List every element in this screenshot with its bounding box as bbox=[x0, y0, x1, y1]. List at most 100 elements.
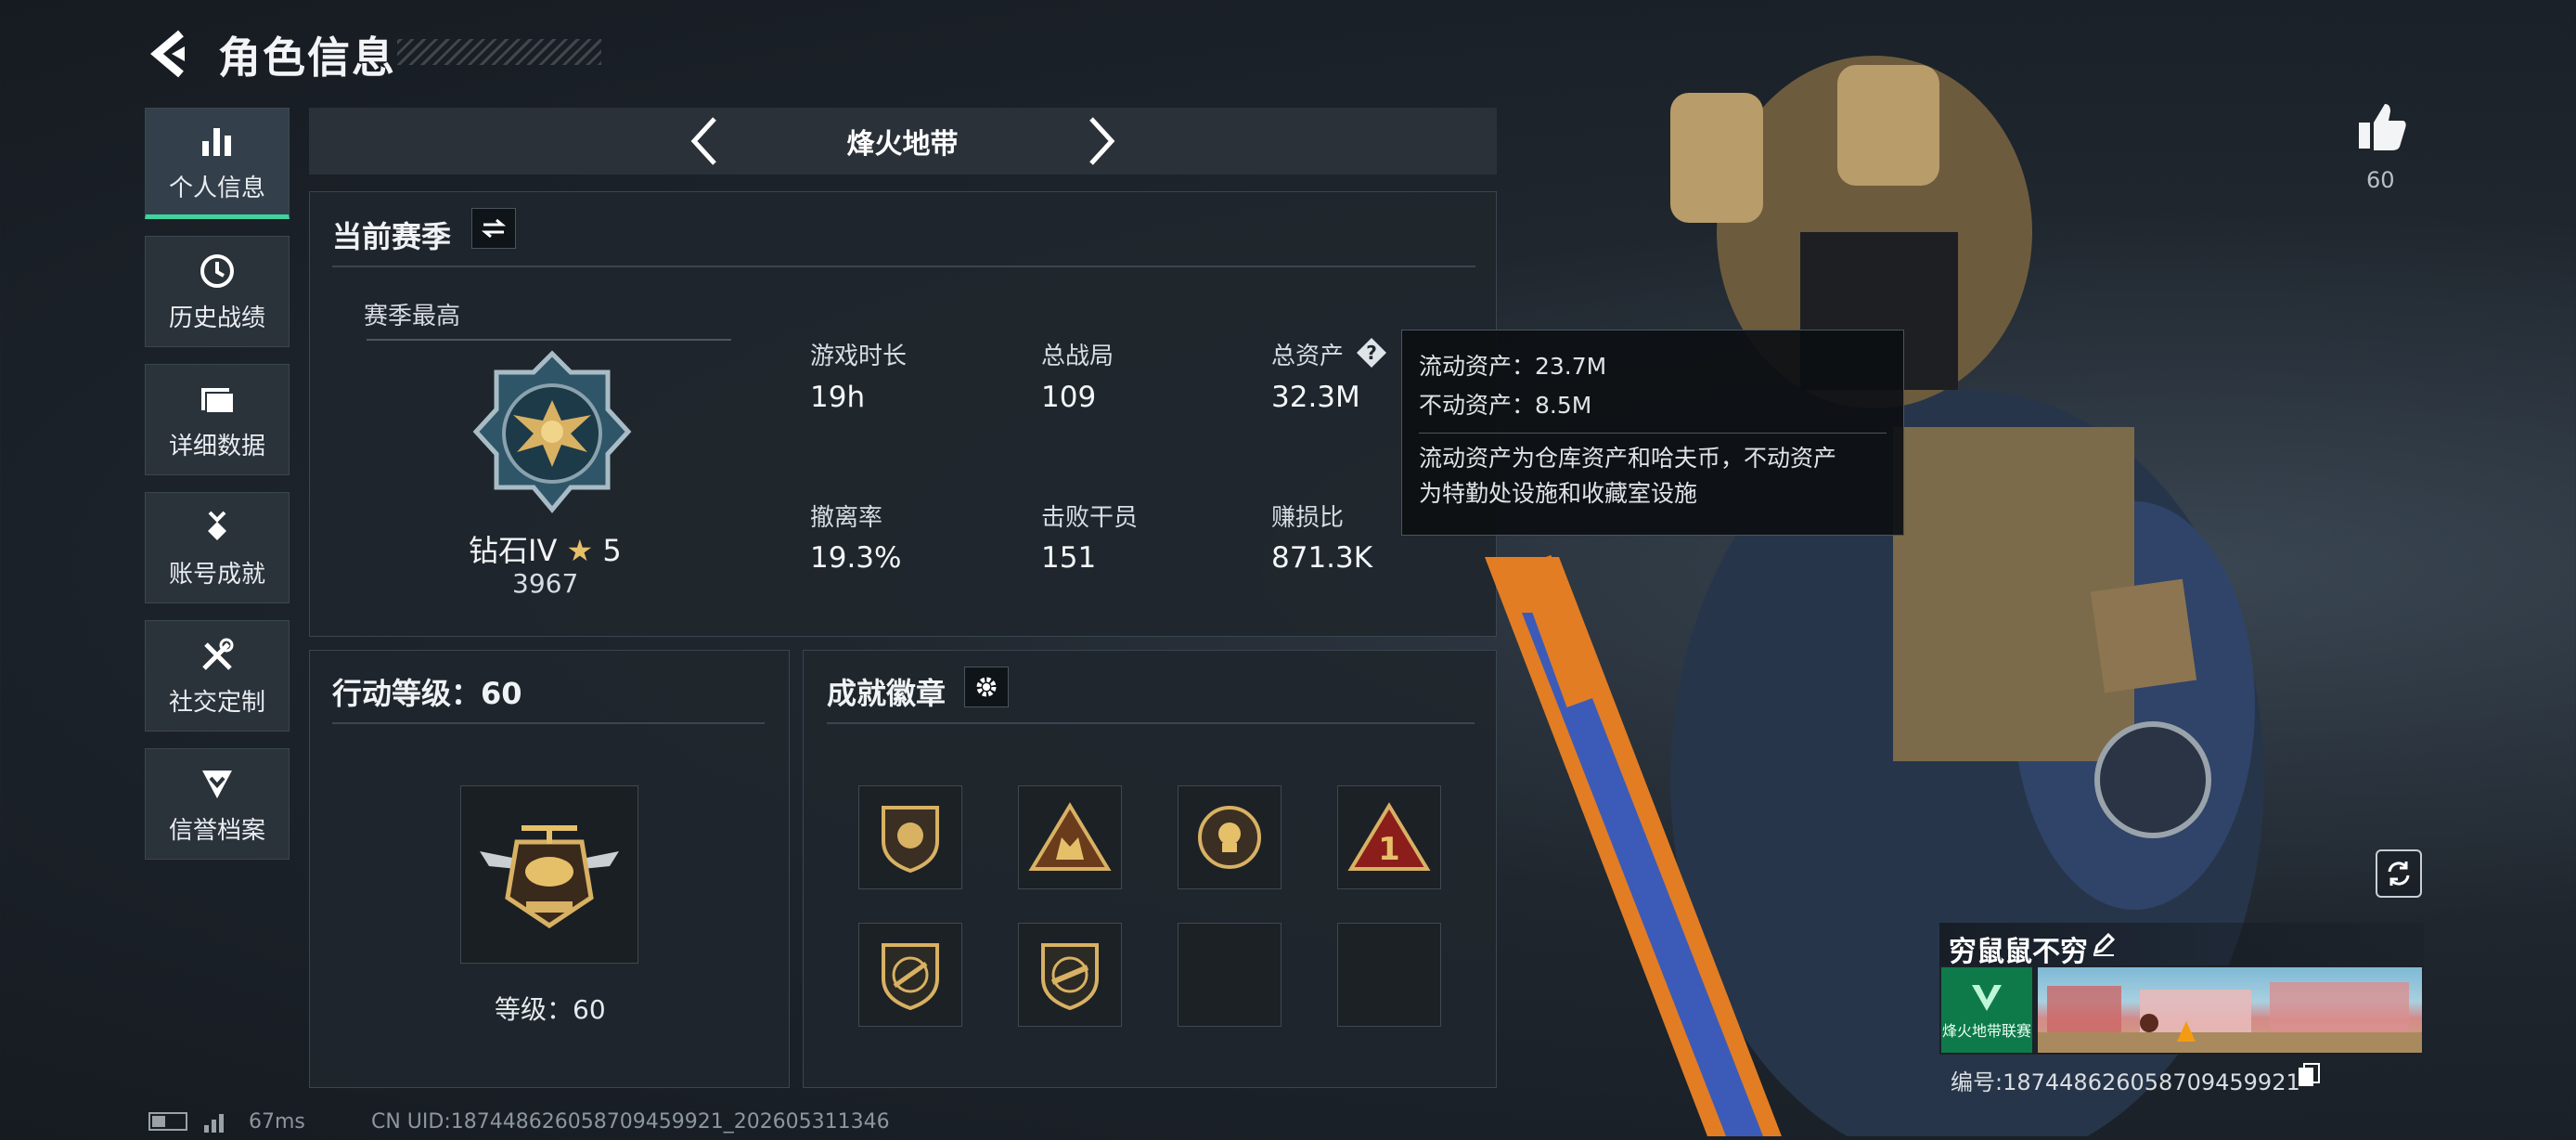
team-triangle-icon bbox=[1028, 802, 1112, 871]
nav-label: 历史战绩 bbox=[168, 304, 265, 332]
league-crest-icon bbox=[1972, 985, 2002, 1011]
mode-title: 烽火地带 bbox=[846, 128, 959, 161]
divider bbox=[332, 266, 1475, 267]
stat-value: 19.3% bbox=[810, 541, 902, 575]
divider bbox=[332, 722, 765, 724]
stat-value: 109 bbox=[1041, 381, 1097, 414]
pencil-icon bbox=[2093, 932, 2116, 956]
nav-label: 账号成就 bbox=[168, 560, 265, 589]
nav-item-social-custom[interactable]: 社交定制 bbox=[145, 620, 290, 732]
lion-shield-icon bbox=[882, 806, 939, 874]
number-one-triangle-icon: 1 bbox=[1347, 802, 1431, 871]
stat-label: 总资产 bbox=[1271, 343, 1345, 370]
divider bbox=[827, 722, 1475, 724]
thumbs-up-icon bbox=[2359, 104, 2406, 150]
street-scene-icon bbox=[2038, 982, 2422, 1053]
nav-item-history[interactable]: 历史战绩 bbox=[145, 236, 290, 347]
badge-slot-skull[interactable] bbox=[1178, 785, 1282, 889]
stat-label: 游戏时长 bbox=[810, 343, 908, 370]
player-name: 穷鼠鼠不穷 bbox=[1949, 936, 2088, 968]
title-decoration bbox=[397, 39, 601, 65]
chevron-left-icon bbox=[690, 117, 716, 165]
mode-prev-button[interactable] bbox=[679, 115, 731, 167]
back-arrow-icon bbox=[150, 30, 185, 78]
stat-label: 总战局 bbox=[1041, 343, 1114, 370]
back-button[interactable] bbox=[144, 26, 200, 82]
tooltip-desc-line1: 流动资产为仓库资产和哈夫币，不动资产 bbox=[1419, 445, 1837, 472]
action-level-text: 等级：60 bbox=[495, 994, 606, 1025]
nav-item-credit-record[interactable]: 信誉档案 bbox=[145, 748, 290, 860]
league-logo-text: 烽火地带联赛 bbox=[1941, 1022, 2031, 1040]
achievement-settings-button[interactable] bbox=[964, 667, 1009, 707]
bar-chart-icon bbox=[197, 121, 238, 162]
refresh-button[interactable] bbox=[2376, 849, 2422, 898]
chevron-right-icon bbox=[1089, 117, 1115, 165]
nav-item-personal-info[interactable]: 个人信息 bbox=[145, 108, 290, 219]
badge-slot-rifle[interactable] bbox=[1018, 923, 1122, 1027]
tooltip-liquid-assets: 流动资产：23.7M bbox=[1419, 353, 1607, 380]
action-level-emblem bbox=[460, 785, 638, 964]
nav-item-detailed-data[interactable]: 详细数据 bbox=[145, 364, 290, 475]
helicopter-emblem-icon bbox=[480, 825, 619, 929]
copy-uid-button[interactable] bbox=[2297, 1062, 2321, 1088]
stat-label: 击败干员 bbox=[1041, 504, 1139, 532]
page-title: 角色信息 bbox=[218, 32, 396, 83]
stat-value: 32.3M bbox=[1271, 381, 1360, 414]
copy-icon bbox=[2299, 1063, 2320, 1086]
medal-icon bbox=[197, 507, 238, 548]
like-count: 60 bbox=[2366, 167, 2395, 193]
like-button[interactable] bbox=[2355, 100, 2409, 154]
badge-slot-empty[interactable] bbox=[1337, 923, 1441, 1027]
nav-label: 详细数据 bbox=[168, 432, 265, 460]
refresh-icon bbox=[2388, 861, 2410, 886]
tooltip-divider bbox=[1419, 433, 1887, 434]
season-switch-button[interactable] bbox=[471, 208, 516, 249]
stat-value: 151 bbox=[1041, 541, 1097, 575]
battery-icon bbox=[148, 1112, 187, 1131]
clock-icon bbox=[197, 251, 238, 291]
tooltip-fixed-assets: 不动资产：8.5M bbox=[1419, 392, 1592, 419]
gear-icon bbox=[976, 677, 997, 697]
footer-uid: CN UID:1874486260587094599​21_2026053113… bbox=[371, 1110, 890, 1134]
season-title: 当前赛季 bbox=[332, 219, 452, 254]
svg-text:1: 1 bbox=[1378, 831, 1400, 868]
season-best-label: 赛季最高 bbox=[364, 303, 461, 330]
badge-slot-number-one[interactable]: 1 bbox=[1337, 785, 1441, 889]
player-uid: 编号:1874486260587094599​21 bbox=[1951, 1069, 2300, 1095]
nav-label: 信誉档案 bbox=[168, 816, 265, 845]
mode-next-button[interactable] bbox=[1075, 115, 1127, 167]
edit-name-button[interactable] bbox=[2090, 930, 2118, 958]
rank-emblem bbox=[469, 348, 636, 515]
asset-tooltip: 流动资产：23.7M 不动资产：8.5M 流动资产为仓库资产和哈夫币，不动资产 … bbox=[1401, 330, 1904, 536]
svg-text:?: ? bbox=[1366, 342, 1377, 364]
gun-shield-icon bbox=[882, 943, 939, 1011]
signal-icon bbox=[204, 1110, 230, 1133]
tooltip-desc-line2: 为特勤处设施和收藏室设施 bbox=[1419, 480, 1698, 507]
stat-label: 赚损比 bbox=[1271, 504, 1345, 532]
tools-icon bbox=[197, 635, 238, 676]
rank-name-row: 钻石IV ★ 5 bbox=[469, 527, 622, 570]
rank-stars: 5 bbox=[602, 533, 622, 568]
action-level-title: 行动等级：60 bbox=[332, 676, 522, 711]
stat-label: 撤离率 bbox=[810, 504, 883, 532]
stat-value: 871.3K bbox=[1271, 541, 1373, 575]
nav-label: 社交定制 bbox=[168, 688, 265, 717]
star-icon: ★ bbox=[566, 533, 594, 568]
nav-item-achievements[interactable]: 账号成就 bbox=[145, 492, 290, 603]
rank-name: 钻石IV bbox=[469, 533, 558, 568]
card-banner-image bbox=[2038, 967, 2422, 1053]
folder-icon bbox=[197, 379, 238, 420]
rifle-shield-icon bbox=[1041, 943, 1099, 1011]
shield-check-icon bbox=[197, 763, 238, 804]
diamond-rank-emblem-icon bbox=[472, 350, 632, 513]
badge-slot-lion[interactable] bbox=[858, 785, 962, 889]
ping-text: 67ms bbox=[249, 1110, 305, 1134]
badge-slot-team[interactable] bbox=[1018, 785, 1122, 889]
achievement-title: 成就徽章 bbox=[827, 676, 947, 711]
badge-slot-gun[interactable] bbox=[858, 923, 962, 1027]
asset-help-icon[interactable]: ? bbox=[1355, 336, 1388, 369]
league-logo: 烽火地带联赛 bbox=[1941, 967, 2032, 1053]
rank-score: 3967 bbox=[512, 568, 579, 599]
badge-slot-empty[interactable] bbox=[1178, 923, 1282, 1027]
nav-label: 个人信息 bbox=[168, 174, 265, 202]
